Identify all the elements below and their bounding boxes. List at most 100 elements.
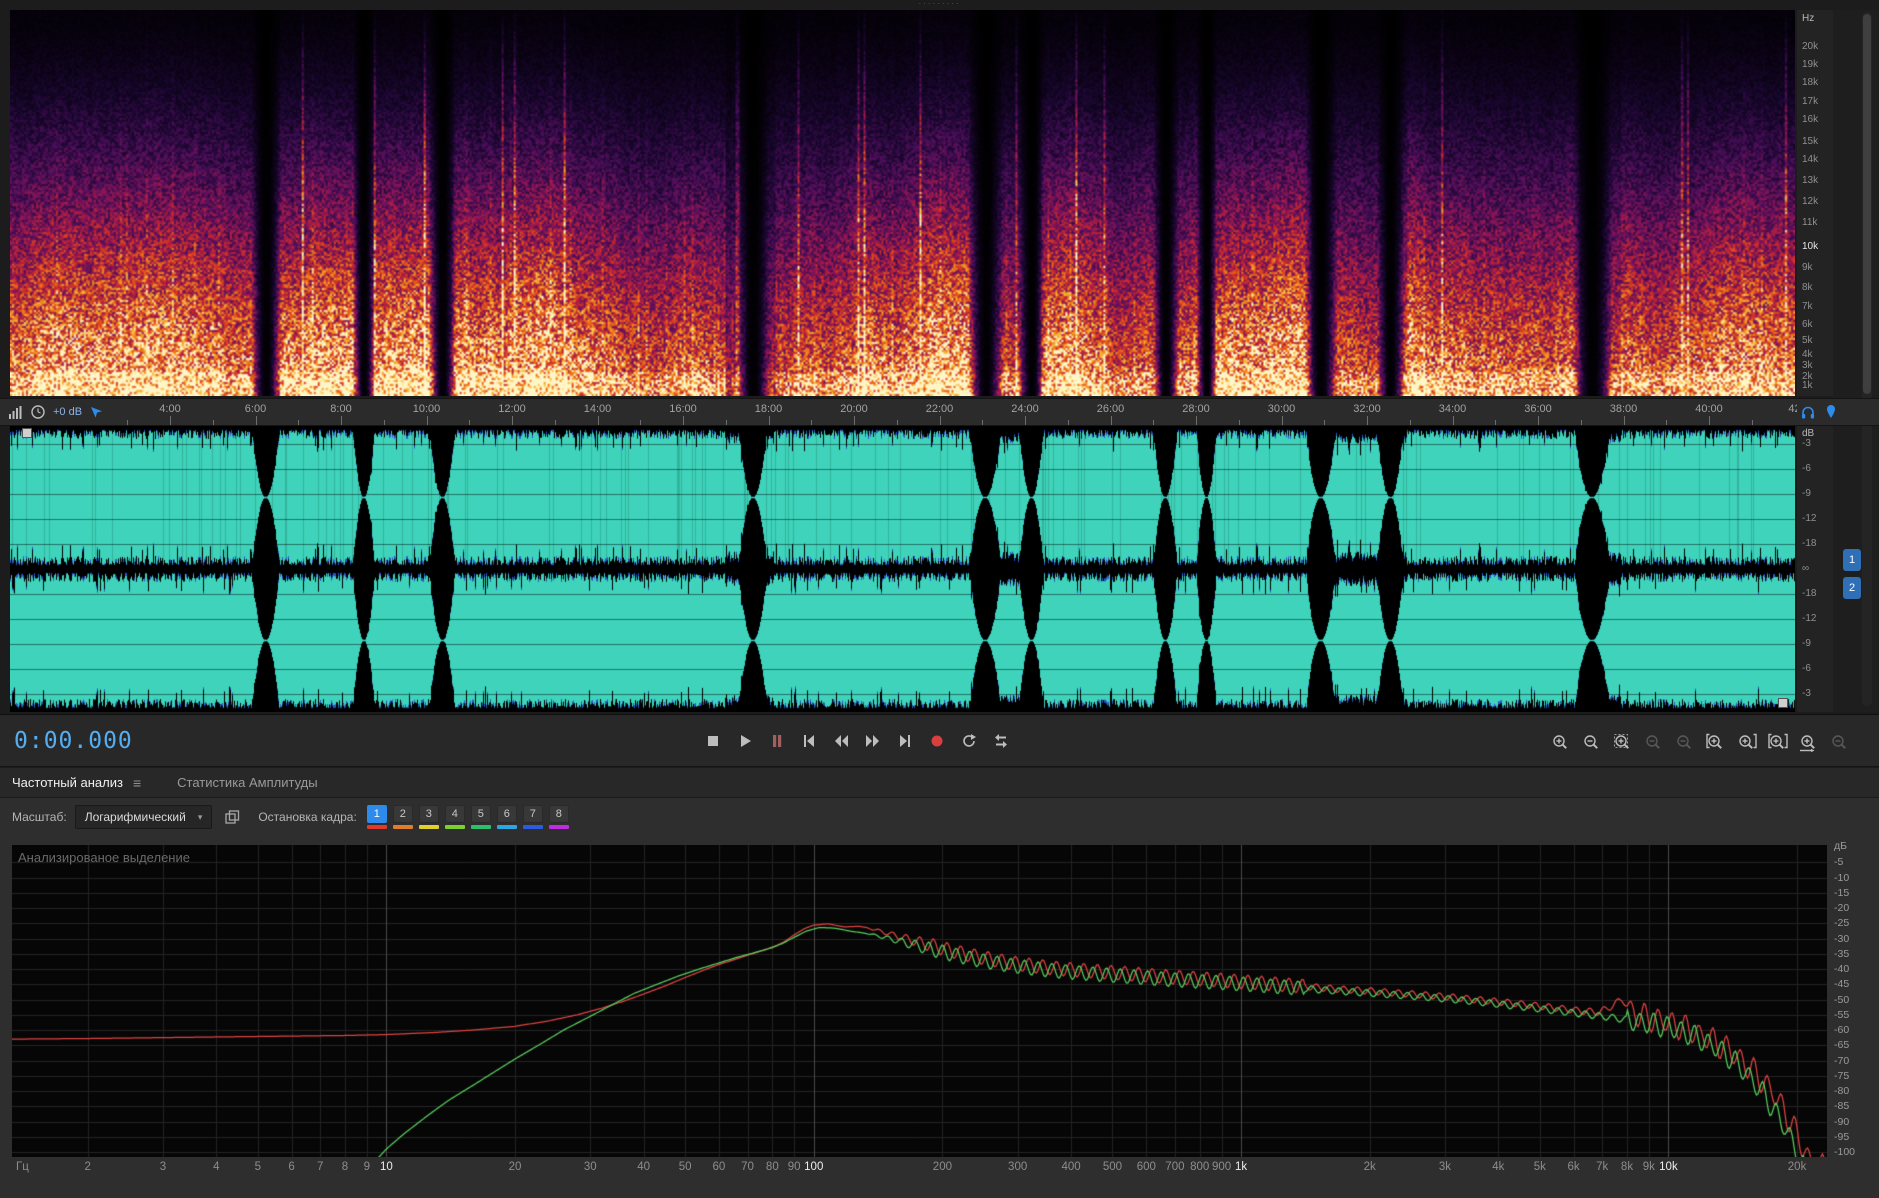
chart-x-tick-label: 2k — [1363, 1161, 1376, 1173]
frequency-label: 10k — [1802, 241, 1819, 253]
frequency-analysis-panel: Частотный анализ ≡ Статистика Амплитуды … — [0, 768, 1879, 1198]
chart-y-tick-label: -5 — [1834, 856, 1844, 869]
channel-2-badge[interactable]: 2 — [1843, 577, 1861, 599]
frequency-label: 4k — [1802, 348, 1813, 360]
zoom-in-button[interactable] — [1547, 730, 1574, 754]
timeline-label: 8:00 — [330, 403, 352, 415]
timeline-label: 18:00 — [754, 403, 783, 415]
amplitude-label: -9 — [1802, 638, 1811, 649]
timeline-tick — [212, 420, 214, 425]
zoom-in-right-edge-button[interactable] — [1733, 730, 1760, 754]
zoom-buttons — [1547, 730, 1853, 754]
chart-x-tick-label: 20 — [508, 1161, 522, 1173]
stop-button[interactable] — [698, 728, 728, 754]
timeline-tick — [1110, 416, 1112, 425]
chart-annotation: Анализированое выделение — [18, 850, 190, 865]
vertical-scrollbar[interactable] — [1862, 12, 1872, 706]
timeline-tick — [469, 420, 471, 425]
pause-button[interactable] — [762, 728, 792, 754]
frame-hold-item: 1 — [366, 805, 387, 829]
panel-menu-icon[interactable]: ≡ — [133, 775, 141, 791]
pin-icon[interactable] — [1824, 404, 1838, 420]
frequency-ruler: Hz 20k 19k 18k 17k 16k 15k 14k 13k 12k 11k 10k 9k 8k 7… — [1797, 10, 1833, 396]
channel-1-badge[interactable]: 1 — [1843, 549, 1861, 571]
frame-hold-item: 7 — [522, 805, 543, 829]
zoom-out-button[interactable] — [1578, 730, 1605, 754]
chart-x-tick-label: 10 — [380, 1161, 393, 1173]
amplitude-label: -3 — [1802, 438, 1811, 449]
frame-hold-button-8[interactable]: 8 — [548, 805, 569, 823]
frame-hold-color-swatch — [418, 825, 439, 829]
zoom-full-button[interactable] — [1826, 730, 1853, 754]
time-display[interactable]: 0:00.000 — [14, 728, 133, 754]
selection-handle-top-left[interactable] — [22, 428, 32, 438]
frame-hold-button-6[interactable]: 6 — [496, 805, 517, 823]
timeline-label: 14:00 — [583, 403, 612, 415]
timeline-ruler[interactable]: 4:00 6:00 8:00 10:00 12:00 14:00 16:00 18:00 20:… — [0, 398, 1879, 426]
selection-handle-bottom-right[interactable] — [1778, 698, 1788, 708]
frame-hold-button-3[interactable]: 3 — [418, 805, 439, 823]
tab-amplitude-statistics[interactable]: Статистика Амплитуды — [177, 768, 317, 797]
frequency-label: 6k — [1802, 319, 1813, 331]
record-button[interactable] — [922, 728, 952, 754]
frame-hold-button-1[interactable]: 1 — [366, 805, 387, 823]
timeline-tick — [939, 416, 941, 425]
scrollbar-thumb[interactable] — [1863, 14, 1871, 394]
chart-y-tick-label: -95 — [1834, 1130, 1850, 1143]
copy-channels-icon[interactable] — [224, 809, 240, 825]
frequency-label: 11k — [1802, 217, 1818, 229]
frame-hold-button-4[interactable]: 4 — [444, 805, 465, 823]
timeline-label: 32:00 — [1353, 403, 1381, 415]
timeline-tick — [683, 416, 684, 425]
playhead-marker-icon[interactable] — [89, 405, 103, 419]
frequency-label: 5k — [1802, 334, 1813, 346]
waveform-canvas[interactable] — [10, 426, 1795, 712]
amplitude-label: ∞ — [1802, 563, 1810, 574]
frame-hold-button-5[interactable]: 5 — [470, 805, 491, 823]
zoom-selection-button[interactable] — [1609, 730, 1636, 754]
amplitude-label: -18 — [1802, 588, 1817, 599]
chart-y-tick-label: -50 — [1834, 993, 1850, 1006]
frame-hold-button-7[interactable]: 7 — [522, 805, 543, 823]
move-previous-button[interactable] — [794, 728, 824, 754]
frame-hold-button-2[interactable]: 2 — [392, 805, 413, 823]
chart-x-tick-label: 700 — [1165, 1161, 1185, 1173]
chart-x-tick-label: 10k — [1659, 1161, 1678, 1173]
panel-grip[interactable]: ········· — [919, 0, 961, 8]
gain-readout[interactable]: +0 dB — [53, 406, 82, 418]
timeline-tick — [383, 420, 385, 425]
analysis-controls: Масштаб: Логарифмический ▾ Остановка кад… — [0, 799, 1879, 835]
tab-label: Статистика Амплитуды — [177, 775, 318, 790]
skip-selection-button[interactable] — [986, 728, 1016, 754]
amplitude-label: -12 — [1802, 513, 1817, 524]
scale-dropdown[interactable]: Логарифмический ▾ — [74, 805, 213, 829]
fast-forward-button[interactable] — [858, 728, 888, 754]
timeline-tick — [298, 420, 300, 425]
move-next-button[interactable] — [890, 728, 920, 754]
zoom-time-button[interactable] — [1795, 730, 1822, 754]
right-gutter — [1833, 10, 1879, 712]
chart-y-tick-label: -45 — [1834, 978, 1850, 991]
monitor-icon[interactable] — [1800, 404, 1816, 420]
play-button[interactable] — [730, 728, 760, 754]
audition-window: ········· Hz 20k 19k 18k 17k 16k 15k 14k 13k 12k 1… — [0, 0, 1879, 1198]
frequency-chart-canvas[interactable] — [12, 845, 1827, 1157]
loop-playback-button[interactable] — [954, 728, 984, 754]
zoom-reset-button[interactable] — [1671, 730, 1698, 754]
frequency-label: 19k — [1802, 59, 1819, 71]
timeline-label: 40:00 — [1695, 403, 1723, 415]
frame-hold-item: 2 — [392, 805, 413, 829]
timeline-label: 10:00 — [412, 403, 441, 415]
chart-x-tick-label: 7k — [1596, 1161, 1609, 1173]
chart-x-tick-label: 80 — [765, 1161, 779, 1173]
rewind-button[interactable] — [826, 728, 856, 754]
clock-icon[interactable] — [30, 404, 46, 420]
zoom-out-full-button[interactable] — [1640, 730, 1667, 754]
spectrogram-canvas[interactable] — [10, 10, 1795, 396]
chart-y-tick-label: дБ — [1834, 840, 1848, 852]
timeline-label: 42 — [1788, 403, 1797, 415]
amplitude-label: -3 — [1802, 688, 1811, 699]
tab-frequency-analysis[interactable]: Частотный анализ ≡ — [12, 768, 141, 797]
zoom-selection-edges-button[interactable] — [1764, 730, 1791, 754]
zoom-in-left-edge-button[interactable] — [1702, 730, 1729, 754]
